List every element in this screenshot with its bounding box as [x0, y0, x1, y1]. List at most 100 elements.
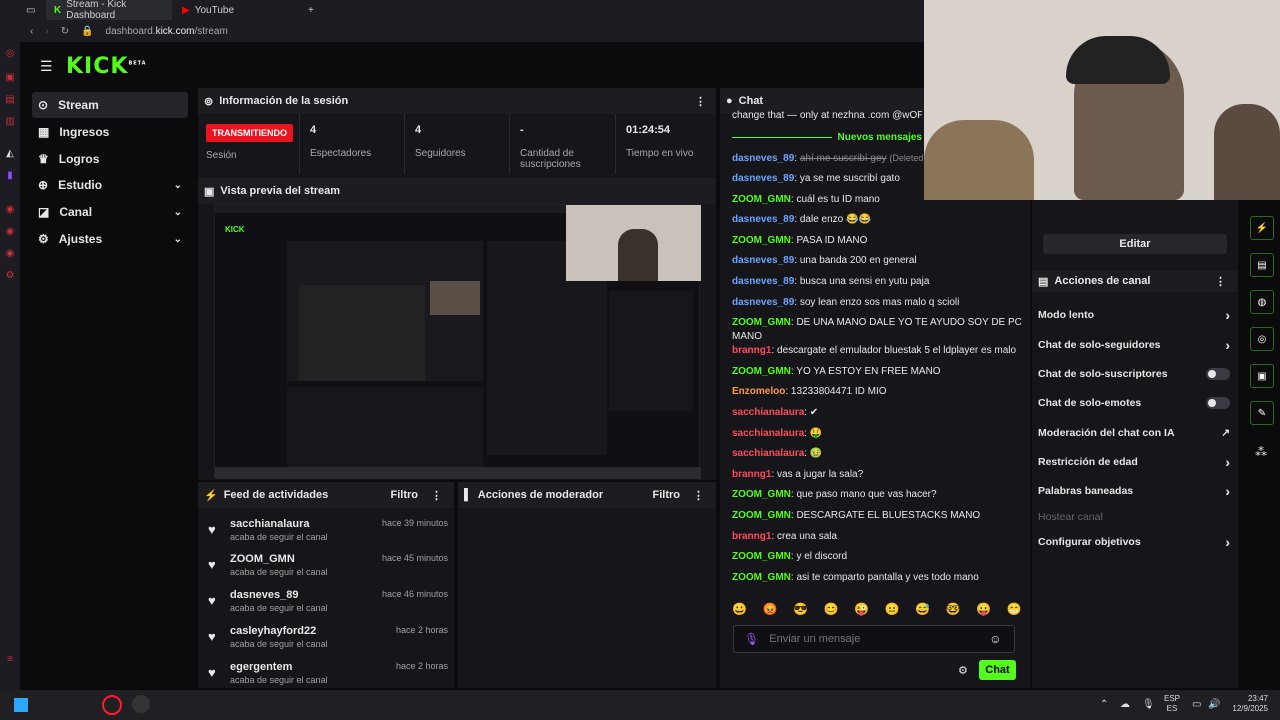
sidebar-app-icon[interactable]: ◉: [4, 248, 16, 260]
chat-username[interactable]: branng1: [732, 469, 771, 480]
chat-username[interactable]: sacchianalaura: [732, 428, 804, 439]
microphone-icon[interactable]: 🎙: [744, 632, 759, 646]
chat-message[interactable]: ZOOM_GMN: PASA ID MANO: [732, 234, 1022, 248]
chat-username[interactable]: dasneves_89: [732, 255, 794, 266]
opera-taskbar-icon[interactable]: [102, 695, 122, 715]
sidebar-item-logros[interactable]: ♛ Logros: [32, 146, 188, 172]
chat-tool-icon[interactable]: ◍: [1250, 290, 1274, 314]
sidebar-app-icon[interactable]: ▥: [4, 116, 16, 128]
chat-username[interactable]: dasneves_89: [732, 276, 794, 287]
chat-username[interactable]: ZOOM_GMN: [732, 572, 791, 583]
chat-message[interactable]: branng1: vas a jugar la sala?: [732, 468, 1022, 482]
chat-message[interactable]: ZOOM_GMN: asi te comparto pantalla y ves…: [732, 571, 1022, 585]
language-indicator[interactable]: ESP ES: [1164, 694, 1180, 714]
chat-message[interactable]: dasneves_89: una banda 200 en general: [732, 254, 1022, 268]
tab-youtube[interactable]: ▶ YouTube: [174, 0, 294, 20]
chat-message[interactable]: ZOOM_GMN: que paso mano que vas hacer?: [732, 488, 1022, 502]
kick-logo[interactable]: KICKBETA: [66, 54, 147, 79]
sidebar-item-ajustes[interactable]: ⚙ Ajustes ⌄: [32, 226, 188, 252]
chat-username[interactable]: ZOOM_GMN: [732, 235, 791, 246]
chat-message[interactable]: sacchianalaura: 🤑: [732, 427, 1022, 441]
settings-icon[interactable]: ⚙: [4, 270, 16, 282]
chat-username[interactable]: ZOOM_GMN: [732, 489, 791, 500]
moderator-filter-button[interactable]: Filtro: [653, 489, 681, 501]
back-icon[interactable]: ‹: [30, 26, 33, 37]
twitch-icon[interactable]: ▮: [4, 170, 16, 182]
channel-action-item[interactable]: Configurar objetivos ›: [1038, 531, 1234, 553]
chat-username[interactable]: Enzomeloo: [732, 386, 785, 397]
emote-button[interactable]: 😁: [1007, 602, 1022, 620]
chat-message[interactable]: dasneves_89: busca una sensi en yutu paj…: [732, 275, 1022, 289]
feed-filter-button[interactable]: Filtro: [391, 489, 419, 501]
url-field[interactable]: dashboard.kick.com/stream: [106, 26, 228, 37]
tray-chevron-icon[interactable]: ⌃: [1100, 699, 1108, 710]
app-taskbar-icon[interactable]: [132, 695, 150, 713]
gx-icon[interactable]: ≡: [4, 654, 16, 666]
toggle-switch[interactable]: [1206, 397, 1230, 409]
more-options-icon[interactable]: ⋮: [431, 489, 442, 502]
channel-action-item[interactable]: Moderación del chat con IA ↗: [1038, 422, 1234, 444]
chat-message[interactable]: sacchianalaura: ✔: [732, 406, 1022, 420]
emote-button[interactable]: 😀: [732, 602, 747, 620]
document-tool-icon[interactable]: ▤: [1250, 253, 1274, 277]
lightning-tool-icon[interactable]: ⚡: [1250, 216, 1274, 240]
sidebar-app-icon[interactable]: ▤: [4, 94, 16, 106]
sidebar-item-estudio[interactable]: ⊕ Estudio ⌄: [32, 172, 188, 198]
sidebar-app-icon[interactable]: ◭: [4, 148, 16, 160]
chat-message[interactable]: ZOOM_GMN: DE UNA MANO DALE YO TE AYUDO S…: [732, 316, 1022, 330]
more-options-icon[interactable]: ⋮: [1215, 275, 1226, 288]
channel-action-item[interactable]: Chat de solo-seguidores ›: [1038, 334, 1234, 356]
channel-action-item[interactable]: Chat de solo-emotes: [1038, 392, 1234, 414]
chat-username[interactable]: ZOOM_GMN: [732, 317, 791, 328]
sidebar-item-canal[interactable]: ◪ Canal ⌄: [32, 199, 188, 225]
chat-message[interactable]: Enzomeloo: 13233804471 ID MIO: [732, 385, 1022, 399]
chat-send-button[interactable]: Chat: [979, 660, 1016, 680]
chat-message[interactable]: ZOOM_GMN: YO YA ESTOY EN FREE MANO: [732, 365, 1022, 379]
chat-username[interactable]: sacchianalaura: [732, 407, 804, 418]
edit-button[interactable]: Editar: [1043, 234, 1227, 254]
channel-action-item[interactable]: Restricción de edad ›: [1038, 451, 1234, 473]
chat-username[interactable]: dasneves_89: [732, 214, 794, 225]
emote-button[interactable]: 🤓: [946, 602, 961, 620]
more-options-icon[interactable]: ⋮: [693, 489, 704, 502]
broadcast-tool-icon[interactable]: ◎: [1250, 327, 1274, 351]
chat-username[interactable]: ZOOM_GMN: [732, 194, 791, 205]
chat-message[interactable]: branng1: crea una sala: [732, 530, 1022, 544]
emoji-icon[interactable]: ☺: [989, 632, 1001, 646]
tab-kick-dashboard[interactable]: K Stream - Kick Dashboard: [46, 0, 172, 21]
list-item[interactable]: ♥ ZOOM_GMN acaba de seguir el canal hace 45…: [208, 553, 448, 589]
wrench-tool-icon[interactable]: ✎: [1250, 401, 1274, 425]
emote-button[interactable]: 😊: [824, 602, 839, 620]
chat-message[interactable]: ZOOM_GMN: y el discord: [732, 550, 1022, 564]
tab-overview-icon[interactable]: ▭: [26, 0, 44, 20]
chat-settings-icon[interactable]: ⚙: [958, 664, 968, 677]
sidebar-app-icon[interactable]: ◉: [4, 204, 16, 216]
layout-tool-icon[interactable]: ▣: [1250, 364, 1274, 388]
sidebar-app-icon[interactable]: ◉: [4, 226, 16, 238]
chat-input-box[interactable]: 🎙 ☺: [733, 625, 1015, 653]
chat-username[interactable]: dasneves_89: [732, 297, 794, 308]
chat-message[interactable]: dasneves_89: soy lean enzo sos mas malo …: [732, 296, 1022, 310]
emote-button[interactable]: 😜: [854, 602, 869, 620]
volume-icon[interactable]: 🔊: [1208, 699, 1220, 710]
chat-username[interactable]: ZOOM_GMN: [732, 551, 791, 562]
list-item[interactable]: ♥ sacchianalaura acaba de seguir el canal h…: [208, 518, 448, 554]
clock[interactable]: 23:47 12/9/2025: [1226, 694, 1268, 714]
chat-username[interactable]: ZOOM_GMN: [732, 510, 791, 521]
windows-start-icon[interactable]: [14, 698, 28, 712]
chat-username[interactable]: ZOOM_GMN: [732, 366, 791, 377]
stream-preview-video[interactable]: KICK: [214, 204, 701, 479]
chat-message[interactable]: sacchianalaura: 🤢: [732, 447, 1022, 461]
list-item[interactable]: ♥ dasneves_89 acaba de seguir el canal hace…: [208, 589, 448, 625]
chat-username[interactable]: branng1: [732, 345, 771, 356]
channel-action-item[interactable]: Modo lento ›: [1038, 304, 1234, 326]
emote-button[interactable]: 😅: [915, 602, 930, 620]
nodes-tool-icon[interactable]: ⁂: [1255, 445, 1267, 459]
microphone-tray-icon[interactable]: 🎙: [1142, 699, 1155, 710]
chat-username[interactable]: dasneves_89: [732, 173, 794, 184]
channel-action-item[interactable]: Palabras baneadas ›: [1038, 480, 1234, 502]
sidebar-app-icon[interactable]: ▣: [4, 72, 16, 84]
channel-action-item[interactable]: Chat de solo-suscriptores: [1038, 363, 1234, 385]
chat-message[interactable]: dasneves_89: dale enzo 😂😂: [732, 213, 1022, 227]
hamburger-menu-icon[interactable]: ☰: [40, 58, 53, 75]
